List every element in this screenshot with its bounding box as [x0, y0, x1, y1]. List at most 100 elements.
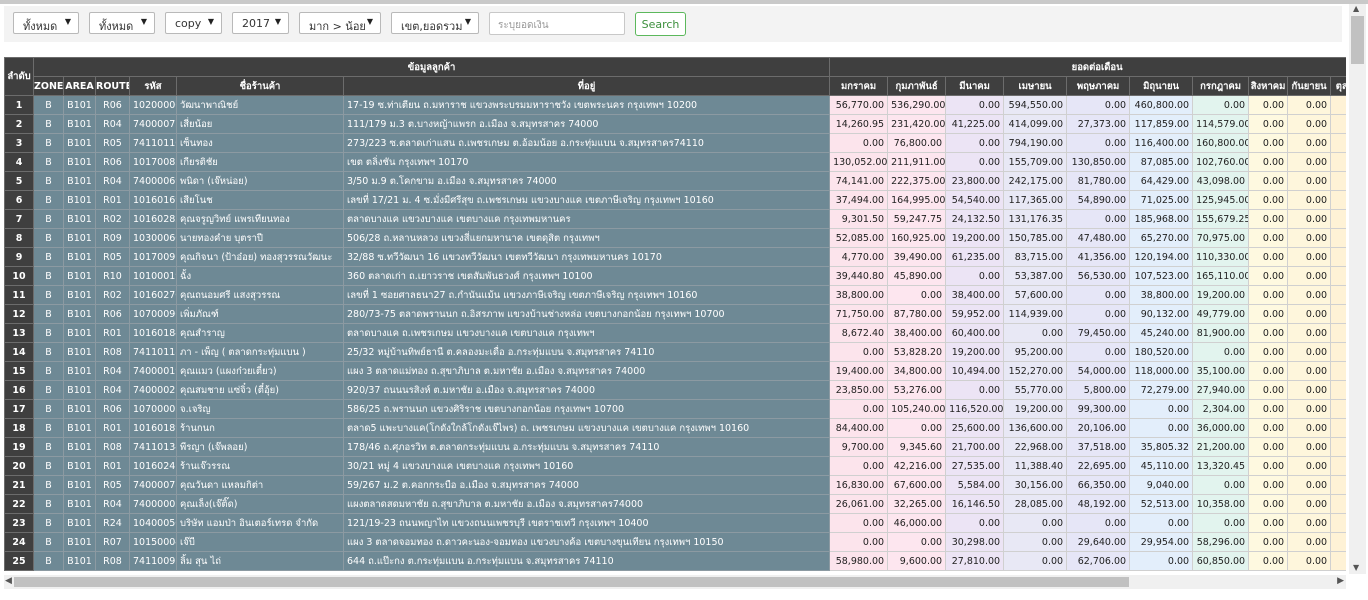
month-value-cell: 0.0	[1330, 342, 1346, 362]
row-number: 20	[4, 456, 34, 476]
table-row[interactable]: 17BB101R0610700005จ.เจริญ586/25 ถ.พรานนก…	[4, 399, 1346, 419]
seq-header: ลำดับ	[4, 57, 34, 96]
address-cell: แผงตลาดสดมหาชัย ถ.สุขาภิบาล ต.มหาชัย อ.เ…	[342, 494, 831, 514]
month-value-cell: 0.00	[1248, 456, 1289, 476]
total-select[interactable]: เขต,ยอดรวม ▼	[391, 12, 479, 34]
month-value-cell: 62,706.00	[1066, 551, 1131, 571]
month-value-cell: 0.0	[1330, 361, 1346, 381]
month-value-cell: 67,600.00	[887, 475, 947, 495]
shop-name-cell: คุณถนอมศรี แสงสุวรรณ	[176, 285, 344, 305]
route-cell: R05	[95, 247, 130, 267]
table-row[interactable]: 3BB101R0574110110เซ็นทอง273/223 ซ.ตลาดเก…	[4, 133, 1346, 153]
scroll-down-arrow-icon[interactable]: ▼	[1353, 563, 1359, 572]
filter-select-1[interactable]: ทั้งหมด ▼	[13, 12, 79, 34]
month-value-cell: 27,940.00	[1192, 380, 1250, 400]
row-number: 14	[4, 342, 34, 362]
table-row[interactable]: 8BB101R0910300060นายทองคำย บุตราปี506/28…	[4, 228, 1346, 248]
code-cell: 74110110	[129, 133, 177, 153]
table-row[interactable]: 13BB101R0110160184คุณสำราญตลาดบางแค ถ.เพ…	[4, 323, 1346, 343]
table-row[interactable]: 1BB101R0610200006วัฒนาพาณิชย์17-19 ซ.ท่า…	[4, 95, 1346, 115]
table-row[interactable]: 11BB101R0210160270คุณถนอมศรี แสงสุวรรณเล…	[4, 285, 1346, 305]
month-value-cell: 37,518.00	[1066, 437, 1131, 457]
scroll-right-arrow-icon[interactable]: ▶	[1337, 576, 1344, 586]
table-row[interactable]: 10BB101R1010100019ฉั้ง360 ตลาดเก่า ถ.เยา…	[4, 266, 1346, 286]
area-cell: B101	[63, 551, 96, 571]
area-cell: B101	[63, 323, 96, 343]
month-value-cell: 131,176.35	[1003, 209, 1068, 229]
month-value-cell: 0.00	[1066, 133, 1131, 153]
table-row[interactable]: 22BB101R0474000002คุณเล็ง(เจ๊ติ๊ด)แผงตลา…	[4, 494, 1346, 514]
filter-select-2[interactable]: ทั้งหมด ▼	[89, 12, 155, 34]
table-row[interactable]: 5BB101R0474000069พนิดา (เจ๊หน่อย)3/50 ม.…	[4, 171, 1346, 191]
top-border	[0, 0, 1368, 4]
zone-cell: B	[33, 171, 64, 191]
month-value-cell: 117,365.00	[1003, 190, 1068, 210]
table-row[interactable]: 21BB101R0574000078คุณวันดา แหลมกิต่า59/2…	[4, 475, 1346, 495]
search-button[interactable]: Search	[635, 12, 686, 36]
vertical-scrollbar[interactable]: ▲ ▼	[1349, 4, 1366, 574]
month-value-cell: 61,235.00	[945, 247, 1005, 267]
zone-cell: B	[33, 532, 64, 552]
table-row[interactable]: 20BB101R0110160247ร้านเจ๊วรรณ30/21 หมู่ …	[4, 456, 1346, 476]
shop-name-cell: ลิ้ม สุน ไถ่	[176, 551, 344, 571]
horizontal-scroll-thumb[interactable]	[14, 577, 1129, 587]
month-value-cell: 19,200.00	[945, 342, 1005, 362]
address-cell: ตลาดบางแค ถ.เพชรเกษม แขวงบางแค เขตบางแค …	[342, 323, 831, 343]
sort-select[interactable]: มาก > น้อย ▼	[299, 12, 381, 34]
address-cell: 178/46 ถ.ศุภอรวิท ต.ตลาดกระทุ่มแบน อ.กระ…	[342, 437, 831, 457]
area-cell: B101	[63, 285, 96, 305]
year-select[interactable]: 2017 ▼	[232, 12, 289, 34]
table-row[interactable]: 6BB101R0110160169เสียโนชเลขที่ 17/21 ม. …	[4, 190, 1346, 210]
amount-input[interactable]: ระบุยอดเงิน	[489, 12, 625, 35]
month-value-cell: 117,859.00	[1129, 114, 1194, 134]
chevron-down-icon: ▼	[64, 17, 71, 26]
zone-cell: B	[33, 418, 64, 438]
shop-name-cell: คุณเล็ง(เจ๊ติ๊ด)	[176, 494, 344, 514]
table-row[interactable]: 19BB101R0874110134พีรญา (เจ๊พลอย)178/46 …	[4, 437, 1346, 457]
vertical-scroll-thumb[interactable]	[1351, 16, 1364, 64]
address-cell: แผง 3 ตลาดแม่ทอง ถ.สุขาภิบาล ต.มหาชัย อ.…	[342, 361, 831, 381]
month-value-cell: 16,146.50	[945, 494, 1005, 514]
month-value-cell: 0.00	[1287, 380, 1332, 400]
table-row[interactable]: 4BB101R0610170082เกียรติชัยเขต ตลิ่งชัน …	[4, 152, 1346, 172]
scroll-left-arrow-icon[interactable]: ◀	[5, 576, 12, 586]
month-value-cell: 28,085.00	[1003, 494, 1068, 514]
route-cell: R08	[95, 437, 130, 457]
table-row[interactable]: 23BB101R2410400050บริษัท แอมป่า อินเตอร์…	[4, 513, 1346, 533]
shop-name-cell: เสี่ยน้อย	[176, 114, 344, 134]
table-row[interactable]: 7BB101R0210160282คุณจรูญวิทย์ แพรเทียนทอ…	[4, 209, 1346, 229]
table-row[interactable]: 2BB101R0474000075เสี่ยน้อย111/179 ม.3 ต.…	[4, 114, 1346, 134]
table-row[interactable]: 9BB101R0510170097คุณกิจนา (ป้าอ๋อย) ทองส…	[4, 247, 1346, 267]
table-row[interactable]: 18BB101R0110160189ร้านกนกตลาด5 แพะบางแค(…	[4, 418, 1346, 438]
month-value-cell: 0.00	[829, 133, 889, 153]
area-cell: B101	[63, 342, 96, 362]
month-value-cell: 65,270.00	[1129, 228, 1194, 248]
table-row[interactable]: 16BB101R0474000021คุณสมชาย แซ่จิ๋ว (ตี๋อ…	[4, 380, 1346, 400]
shop-name-cell: ฉั้ง	[176, 266, 344, 286]
month-value-cell: 29,640.00	[1066, 532, 1131, 552]
month-value-cell: 0.0	[1330, 513, 1346, 533]
month-value-cell: 27,810.00	[945, 551, 1005, 571]
horizontal-scrollbar[interactable]: ◀ ▶	[4, 575, 1346, 589]
month-value-cell: 160,925.00	[887, 228, 947, 248]
table-row[interactable]: 12BB101R0610700096เพิ่มภัณฑ์280/73-75 ตล…	[4, 304, 1346, 324]
table-row[interactable]: 15BB101R0474000019คุณแมว (แผงก๋วยเตี๋ยว)…	[4, 361, 1346, 381]
scroll-up-arrow-icon[interactable]: ▲	[1353, 4, 1359, 13]
table-row[interactable]: 14BB101R0874110118ภา - เพ็ญ ( ตลาดกระทุ่…	[4, 342, 1346, 362]
copy-select[interactable]: copy ▼	[165, 12, 222, 34]
month-value-cell: 114,579.00	[1192, 114, 1250, 134]
row-number: 8	[4, 228, 34, 248]
month-value-cell: 38,800.00	[1129, 285, 1194, 305]
route-cell: R04	[95, 380, 130, 400]
code-cell: 10160189	[129, 418, 177, 438]
row-number: 12	[4, 304, 34, 324]
month-value-cell: 0.00	[1287, 114, 1332, 134]
table-row[interactable]: 24BB101R0710150004เจ๊บีแผง 3 ตลาดจอมทอง …	[4, 532, 1346, 552]
table-row[interactable]: 25BB101R0874110092ลิ้ม สุน ไถ่644 ถ.แป๊ะ…	[4, 551, 1346, 571]
month-value-cell: 10,494.00	[945, 361, 1005, 381]
row-number: 11	[4, 285, 34, 305]
month-value-cell: 0.00	[1287, 342, 1332, 362]
month-value-cell: 0.00	[1066, 209, 1131, 229]
month-value-cell: 0.00	[1129, 513, 1194, 533]
month-value-cell: 460,800.00	[1129, 95, 1194, 115]
